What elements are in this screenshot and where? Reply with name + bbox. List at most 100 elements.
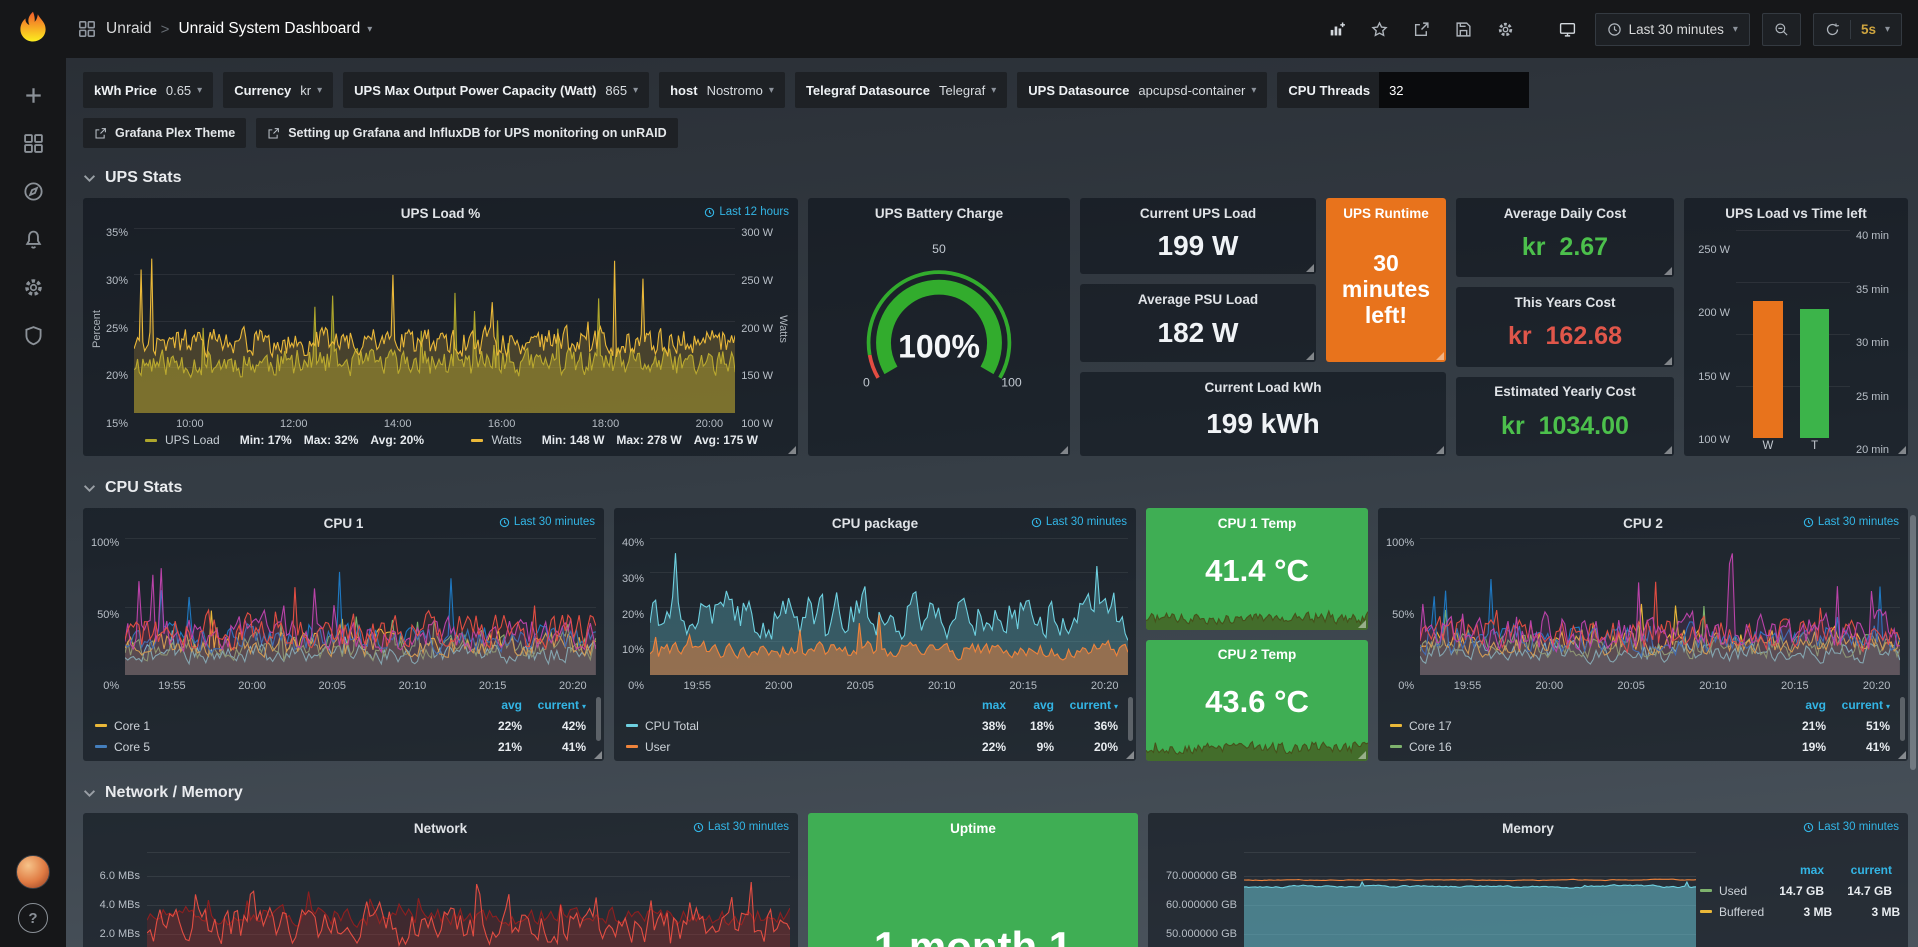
section-ups-stats[interactable]: UPS Stats [83, 166, 1908, 190]
share-icon[interactable] [1407, 14, 1437, 44]
panel-title[interactable]: UPS Load vs Time left [1684, 198, 1908, 224]
panel-title[interactable]: Current UPS Load [1080, 198, 1316, 224]
series-toggle[interactable]: Watts [491, 433, 521, 447]
panel-title[interactable]: Average Daily Cost [1456, 198, 1674, 224]
series-toggle[interactable]: UPS Load [165, 433, 220, 447]
panel-title[interactable]: Average PSU Load [1080, 284, 1316, 310]
panel-resize-handle[interactable] [1358, 751, 1366, 759]
breadcrumb-root[interactable]: Unraid [106, 20, 152, 38]
panel-resize-handle[interactable] [1898, 751, 1906, 759]
variable-ups-datasource[interactable]: UPS Datasource apcupsd-container▾ [1017, 72, 1267, 108]
panel-title[interactable]: UPS Load % [83, 198, 798, 224]
section-cpu-stats[interactable]: CPU Stats [83, 476, 1908, 500]
link-setup-guide[interactable]: Setting up Grafana and InfluxDB for UPS … [256, 118, 677, 148]
x-axis-ticks: W T [1736, 438, 1850, 456]
legend-scrollbar[interactable] [1900, 697, 1905, 741]
legend-row: Buffered 3 MB 3 MB [1700, 901, 1892, 922]
legend-col-max[interactable]: max [958, 698, 1006, 712]
grafana-logo-icon[interactable] [12, 9, 54, 45]
legend-col-avg[interactable]: avg [1006, 698, 1054, 712]
panel-title[interactable]: UPS Battery Charge [808, 198, 1070, 224]
variable-host[interactable]: host Nostromo▾ [659, 72, 785, 108]
panel-title[interactable]: Network [83, 813, 798, 839]
series-toggle[interactable]: Core 5 [95, 740, 470, 754]
series-toggle[interactable]: Core 16 [1390, 740, 1774, 754]
series-toggle[interactable]: CPU Total [626, 719, 958, 733]
dashboards-icon[interactable] [13, 123, 53, 163]
star-icon[interactable] [1365, 14, 1395, 44]
legend-stat: Avg: 175 W [694, 433, 758, 447]
legend-col-max[interactable]: max [1756, 863, 1824, 877]
chevron-down-icon[interactable]: ▾ [367, 24, 372, 35]
configuration-gear-icon[interactable] [13, 267, 53, 307]
panel-resize-handle[interactable] [594, 751, 602, 759]
alerting-bell-icon[interactable] [13, 219, 53, 259]
legend-col-avg[interactable]: avg [1774, 698, 1826, 712]
legend: avg current▾ Core 17 21% 51% Core 16 19%… [1378, 692, 1908, 761]
link-grafana-plex-theme[interactable]: Grafana Plex Theme [83, 118, 246, 148]
panel-resize-handle[interactable] [1358, 620, 1366, 628]
refresh-picker[interactable]: 5s ▾ [1813, 13, 1902, 46]
legend-value: 21% [1774, 719, 1826, 733]
panel-resize-handle[interactable] [1126, 751, 1134, 759]
y-tick: 0% [1386, 681, 1414, 692]
time-range-picker[interactable]: Last 30 minutes ▾ [1595, 13, 1750, 46]
explore-compass-icon[interactable] [13, 171, 53, 211]
panel-resize-handle[interactable] [1436, 352, 1444, 360]
panel-resize-handle[interactable] [1664, 446, 1672, 454]
panel-resize-handle[interactable] [1060, 446, 1068, 454]
series-toggle[interactable]: Core 1 [95, 719, 470, 733]
panel-time-range: Last 30 minutes [1803, 821, 1899, 833]
user-avatar[interactable] [16, 855, 50, 889]
variable-label: CPU Threads [1288, 83, 1370, 98]
series-toggle[interactable]: Core 17 [1390, 719, 1774, 733]
legend-col-current[interactable]: current [1824, 863, 1892, 877]
panel-resize-handle[interactable] [1664, 267, 1672, 275]
series-toggle[interactable]: Buffered [1700, 905, 1764, 919]
variable-currency[interactable]: Currency kr▾ [223, 72, 333, 108]
panel-resize-handle[interactable] [1436, 446, 1444, 454]
panel-title[interactable]: CPU 1 Temp [1146, 508, 1368, 534]
series-toggle[interactable]: User [626, 740, 958, 754]
variable-telegraf-datasource[interactable]: Telegraf Datasource Telegraf▾ [795, 72, 1007, 108]
legend-col-avg[interactable]: avg [470, 698, 522, 712]
cpu-threads-input[interactable] [1379, 72, 1529, 108]
add-panel-icon[interactable] [1323, 14, 1353, 44]
panel-title[interactable]: Current Load kWh [1080, 372, 1446, 398]
panel-resize-handle[interactable] [1306, 352, 1314, 360]
panel-title[interactable]: Memory [1148, 813, 1908, 839]
help-icon[interactable]: ? [18, 903, 48, 933]
panel-resize-handle[interactable] [1664, 357, 1672, 365]
panel-title[interactable]: UPS Runtime [1326, 198, 1446, 224]
legend-scrollbar[interactable] [596, 697, 601, 741]
variable-kwh-price[interactable]: kWh Price 0.65▾ [83, 72, 213, 108]
legend-scrollbar[interactable] [1128, 697, 1133, 741]
dashboard-settings-gear-icon[interactable] [1491, 14, 1521, 44]
series-stats: Min: 17%Max: 32%Avg: 20% [228, 433, 424, 447]
x-tick: 20:20 [1091, 680, 1119, 692]
legend-col-current[interactable]: current▾ [522, 698, 586, 712]
panel-resize-handle[interactable] [788, 446, 796, 454]
save-icon[interactable] [1449, 14, 1479, 44]
dashboard-grid-icon[interactable] [78, 20, 96, 38]
panel-title[interactable]: CPU 2 Temp [1146, 640, 1368, 666]
section-network-memory[interactable]: Network / Memory [83, 781, 1908, 805]
legend-col-current[interactable]: current▾ [1054, 698, 1118, 712]
link-label: Setting up Grafana and InfluxDB for UPS … [288, 126, 666, 140]
cycle-view-monitor-icon[interactable] [1553, 14, 1583, 44]
panel-title[interactable]: Uptime [808, 813, 1138, 839]
variable-ups-max-output[interactable]: UPS Max Output Power Capacity (Watt) 865… [343, 72, 649, 108]
zoom-out-button[interactable] [1762, 13, 1801, 46]
breadcrumb-dashboard-title[interactable]: Unraid System Dashboard [178, 20, 360, 38]
server-admin-shield-icon[interactable] [13, 315, 53, 355]
page-scrollbar[interactable] [1910, 515, 1916, 770]
legend-col-current[interactable]: current▾ [1826, 698, 1890, 712]
panel-title[interactable]: This Years Cost [1456, 287, 1674, 313]
create-plus-icon[interactable] [13, 75, 53, 115]
panel-title[interactable]: Estimated Yearly Cost [1456, 377, 1674, 403]
legend-value: 38% [958, 719, 1006, 733]
series-toggle[interactable]: Used [1700, 884, 1756, 898]
panel-resize-handle[interactable] [1306, 264, 1314, 272]
legend-header: max avg current▾ [626, 694, 1118, 715]
panel-resize-handle[interactable] [1898, 446, 1906, 454]
